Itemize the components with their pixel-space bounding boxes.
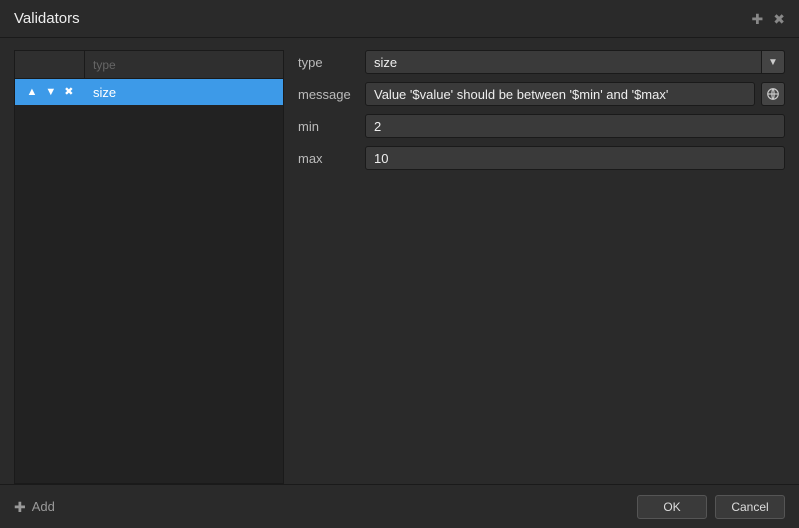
titlebar: Validators ✚ ✖ <box>0 0 799 38</box>
row-type-cell: size <box>85 85 283 100</box>
table-header: type <box>15 51 283 79</box>
add-button[interactable]: ✚ Add <box>14 499 55 514</box>
add-icon[interactable]: ✚ <box>752 12 764 26</box>
window-title: Validators <box>14 10 80 27</box>
min-input[interactable] <box>365 114 785 138</box>
type-select[interactable] <box>365 50 785 74</box>
row-move-up-icon[interactable]: ▲ <box>27 87 38 98</box>
globe-icon[interactable] <box>761 82 785 106</box>
ok-button[interactable]: OK <box>637 495 707 519</box>
cancel-button[interactable]: Cancel <box>715 495 785 519</box>
table-header-actions <box>15 51 85 78</box>
validators-list-panel: type ▲ ▼ ✖ size <box>14 50 284 484</box>
close-icon[interactable]: ✖ <box>773 12 785 26</box>
message-label: message <box>298 87 353 102</box>
max-label: max <box>298 151 353 166</box>
max-input[interactable] <box>365 146 785 170</box>
chevron-down-icon[interactable]: ▼ <box>761 50 785 74</box>
row-delete-icon[interactable]: ✖ <box>64 87 73 98</box>
min-label: min <box>298 119 353 134</box>
message-input[interactable] <box>365 82 755 106</box>
table-header-type: type <box>85 51 283 78</box>
plus-icon: ✚ <box>14 500 26 514</box>
add-button-label: Add <box>32 499 55 514</box>
table-row[interactable]: ▲ ▼ ✖ size <box>15 79 283 105</box>
properties-panel: type ▼ message min <box>298 50 785 484</box>
row-move-down-icon[interactable]: ▼ <box>45 87 56 98</box>
type-label: type <box>298 55 353 70</box>
